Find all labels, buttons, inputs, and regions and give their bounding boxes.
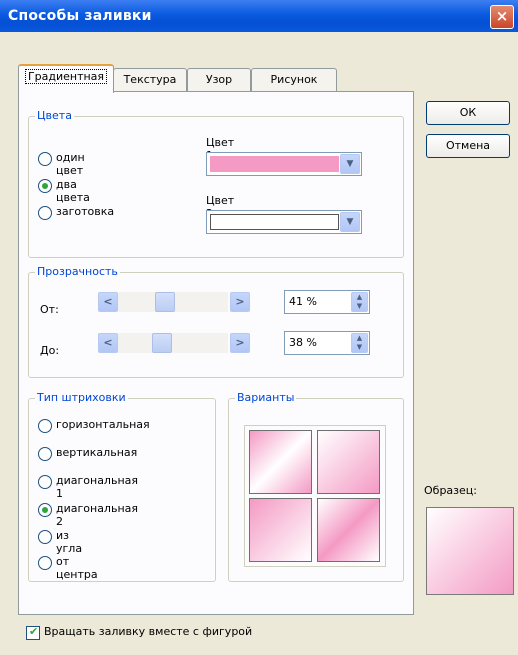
to-label: До:	[40, 344, 60, 357]
color1-swatch	[210, 156, 339, 172]
from-value: 41 %	[289, 295, 317, 308]
spin-arrows-icon[interactable]: ▲ ▼	[351, 333, 368, 353]
radio-horizontal[interactable]	[38, 419, 52, 433]
right-arrow-icon[interactable]: >	[230, 292, 250, 312]
radio-preset-label: заготовка	[56, 205, 115, 218]
cancel-button[interactable]: Отмена	[426, 134, 510, 158]
variant-3[interactable]	[249, 498, 312, 562]
close-icon[interactable]: ×	[490, 5, 514, 29]
variant-2[interactable]	[317, 430, 380, 494]
radio-vertical[interactable]	[38, 447, 52, 461]
variant-4[interactable]	[317, 498, 380, 562]
radio-vertical-label: вертикальная	[56, 446, 138, 459]
checkmark-icon: ✔	[29, 625, 39, 638]
tab-pattern-label: Узор	[205, 73, 233, 86]
rotate-with-shape-checkbox[interactable]: ✔	[26, 625, 40, 640]
tab-texture[interactable]: Текстура	[113, 68, 187, 91]
radio-from-corner[interactable]	[38, 530, 52, 544]
shading-style-group-title: Тип штриховки	[35, 391, 128, 404]
chevron-down-icon[interactable]: ▼	[340, 212, 360, 232]
radio-diagonal-1[interactable]	[38, 475, 52, 489]
variants-group-title: Варианты	[235, 391, 297, 404]
radio-from-center-label: от центра	[56, 555, 98, 581]
rotate-with-shape-label: Вращать заливку вместе с фигурой	[44, 625, 253, 638]
to-slider-track[interactable]	[118, 333, 228, 353]
spin-arrows-icon[interactable]: ▲ ▼	[351, 292, 368, 312]
radio-one-color[interactable]	[38, 152, 52, 166]
tab-picture[interactable]: Рисунок	[251, 68, 337, 91]
color1-select[interactable]: ▼	[206, 152, 362, 176]
from-slider-thumb[interactable]	[155, 292, 175, 312]
radio-two-colors-label: два цвета	[56, 178, 90, 204]
tab-pattern[interactable]: Узор	[187, 68, 251, 91]
variant-1[interactable]	[249, 430, 312, 494]
color2-select[interactable]: ▼	[206, 210, 362, 234]
radio-from-center[interactable]	[38, 556, 52, 570]
to-slider-thumb[interactable]	[152, 333, 172, 353]
radio-horizontal-label: горизонтальная	[56, 418, 150, 431]
radio-diagonal-1-label: диагональная 1	[56, 474, 139, 500]
left-arrow-icon[interactable]: <	[98, 292, 118, 312]
color2-swatch	[210, 214, 339, 230]
colors-group-title: Цвета	[35, 109, 74, 122]
transparency-group: Прозрачность	[28, 265, 404, 378]
right-arrow-icon[interactable]: >	[230, 333, 250, 353]
preview-label: Образец:	[424, 484, 477, 497]
radio-one-color-label: один цвет	[56, 151, 85, 177]
left-arrow-icon[interactable]: <	[98, 333, 118, 353]
ok-button[interactable]: ОК	[426, 101, 510, 125]
from-spinner[interactable]: 41 % ▲ ▼	[284, 290, 370, 314]
window-title: Способы заливки	[8, 8, 152, 24]
preview-swatch	[426, 507, 514, 595]
radio-two-colors[interactable]	[38, 179, 52, 193]
variants-grid	[244, 425, 386, 567]
radio-preset[interactable]	[38, 206, 52, 220]
tab-gradient[interactable]: Градиентная	[18, 64, 114, 93]
from-label: От:	[40, 303, 59, 316]
tab-texture-label: Текстура	[123, 73, 177, 86]
tab-picture-label: Рисунок	[270, 73, 318, 86]
radio-from-corner-label: из угла	[56, 529, 83, 555]
chevron-down-icon[interactable]: ▼	[340, 154, 360, 174]
title-bar[interactable]: Способы заливки ×	[0, 0, 518, 32]
to-value: 38 %	[289, 336, 317, 349]
fill-effects-dialog: Способы заливки × Градиентная Текстура У…	[0, 0, 518, 655]
tab-gradient-label: Градиентная	[24, 69, 108, 84]
to-spinner[interactable]: 38 % ▲ ▼	[284, 331, 370, 355]
transparency-group-title: Прозрачность	[35, 265, 120, 278]
from-slider-track[interactable]	[118, 292, 228, 312]
radio-diagonal-2[interactable]	[38, 503, 52, 517]
radio-diagonal-2-label: диагональная 2	[56, 502, 139, 528]
